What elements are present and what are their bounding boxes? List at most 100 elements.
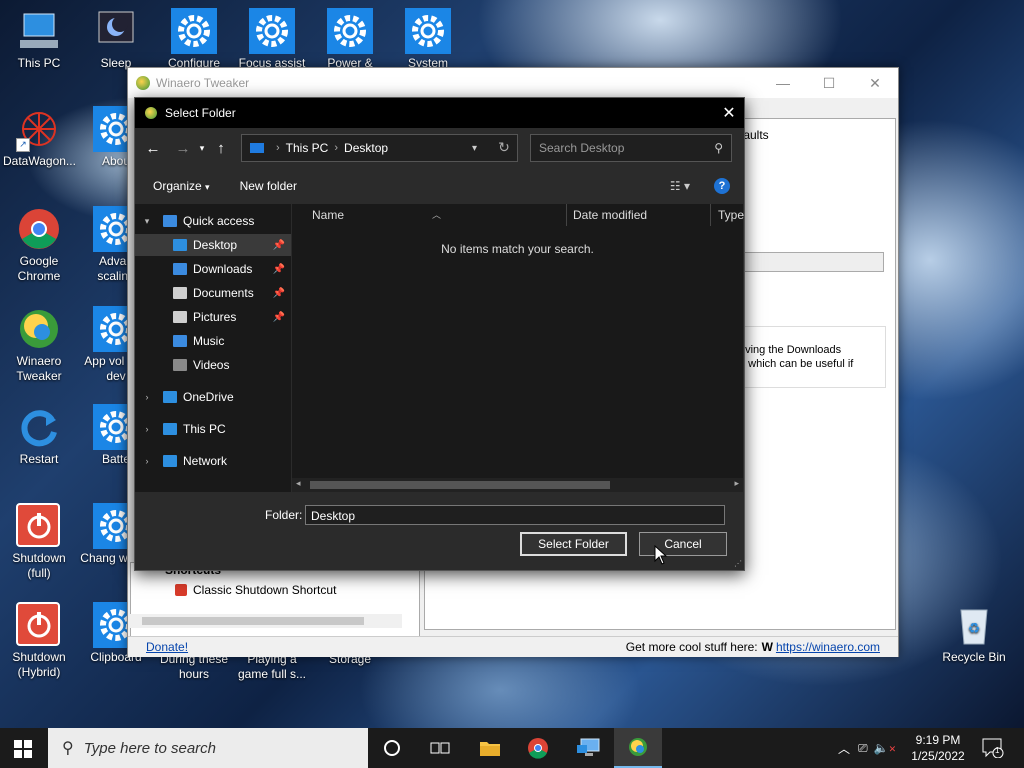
search-box[interactable]: Search Desktop ⚲ (530, 134, 732, 162)
volume-muted-icon[interactable]: 🔈✕ (874, 741, 897, 755)
clock-time: 9:19 PM (915, 733, 961, 747)
desktop-icon-google-chrome[interactable]: Google Chrome (3, 206, 75, 284)
organize-button[interactable]: Organize ▾ (153, 179, 210, 193)
tweaker-tree[interactable]: Shortcuts Classic Shutdown Shortcut (130, 562, 420, 642)
desktop-icon-winaero-tweaker[interactable]: Winaero Tweaker (3, 306, 75, 384)
nav-item-pictures[interactable]: Pictures 📌 (135, 306, 291, 328)
desktop-icon-focus-assist[interactable]: Focus assist (236, 8, 308, 71)
nav-item-videos[interactable]: Videos (135, 354, 291, 376)
nav-item-onedrive[interactable]: › OneDrive (135, 386, 291, 408)
select-folder-dialog[interactable]: Select Folder ✕ ← → ▾ ↑ › This PC › Desk… (134, 97, 745, 571)
nav-item-this-pc[interactable]: › This PC (135, 418, 291, 440)
tree-horizontal-scrollbar[interactable] (130, 614, 402, 628)
expand-chevron-icon[interactable]: › (141, 392, 153, 402)
winaero-w-icon: W (761, 640, 773, 654)
up-arrow-icon[interactable]: ↑ (209, 140, 233, 157)
desktop-icon-power[interactable]: Power & (314, 8, 386, 71)
scroll-left-icon[interactable]: ◂ (296, 478, 301, 489)
desktop-icon-shutdown-full[interactable]: Shutdown (full) (3, 503, 75, 581)
desktop-icon-datawagon[interactable]: ↗ DataWagon... (3, 106, 76, 169)
scroll-right-icon[interactable]: ▸ (734, 478, 739, 489)
documents-icon (173, 287, 187, 299)
task-view-icon[interactable] (416, 728, 464, 768)
breadcrumb-separator-icon: › (276, 142, 280, 154)
this-pc-icon (163, 423, 177, 435)
desktop-icon-shutdown-hybrid[interactable]: Shutdown (Hybrid) (3, 602, 75, 680)
minimize-button[interactable]: — (760, 75, 806, 91)
this-pc-icon (250, 143, 264, 153)
new-folder-button[interactable]: New folder (240, 179, 297, 193)
chrome-icon (16, 206, 62, 252)
help-icon[interactable]: ? (714, 178, 730, 194)
change-view-icon[interactable]: ☷ ▾ (670, 179, 690, 193)
desktop-icon-this-pc[interactable]: This PC (3, 8, 75, 71)
cancel-button[interactable]: Cancel (639, 532, 727, 556)
nav-item-network[interactable]: › Network (135, 450, 291, 472)
datawagon-icon: ↗ (16, 106, 62, 152)
back-arrow-icon[interactable]: ← (141, 140, 165, 157)
select-folder-button[interactable]: Select Folder (520, 532, 627, 556)
network-icon[interactable]: ⎚ (858, 741, 868, 756)
power-icon (175, 584, 187, 596)
forward-arrow-icon[interactable]: → (171, 140, 195, 157)
maximize-button[interactable]: ☐ (806, 75, 852, 92)
tweaker-titlebar[interactable]: Winaero Tweaker — ☐ ✕ (128, 68, 898, 98)
winaero-link[interactable]: https://winaero.com (776, 640, 880, 654)
quick-access-icon (163, 215, 177, 227)
desktop-icon-recycle-bin[interactable]: ♻ Recycle Bin (938, 602, 1010, 665)
desktop-icon-restart[interactable]: Restart (3, 404, 75, 467)
breadcrumb-desktop[interactable]: Desktop (344, 141, 388, 155)
nav-item-quick-access[interactable]: ▾ Quick access (135, 210, 291, 232)
column-name[interactable]: Name (312, 208, 344, 222)
resize-grip-icon[interactable]: ⋰ (734, 559, 742, 568)
show-hidden-icons-chevron[interactable]: ︿ (838, 740, 850, 757)
breadcrumb-this-pc[interactable]: This PC (286, 141, 329, 155)
desktop-icon-configure[interactable]: Configure (158, 8, 230, 71)
recent-locations-chevron-icon[interactable]: ▾ (195, 143, 209, 154)
notification-center-icon[interactable]: 1 (982, 738, 1004, 761)
dialog-titlebar[interactable]: Select Folder ✕ (135, 98, 744, 128)
pin-icon: 📌 (272, 239, 285, 251)
nav-item-desktop[interactable]: Desktop 📌 (135, 234, 291, 256)
tweaker-path-box[interactable] (734, 252, 884, 272)
nav-item-documents[interactable]: Documents 📌 (135, 282, 291, 304)
taskbar-clock[interactable]: 9:19 PM 1/25/2022 (902, 732, 974, 764)
folder-input[interactable]: Desktop (305, 505, 725, 525)
shortcut-arrow-icon: ↗ (16, 138, 30, 152)
desktop-icon-sleep[interactable]: Sleep (80, 8, 152, 71)
chrome-taskbar-icon[interactable] (514, 728, 562, 768)
nav-item-label: Desktop (193, 238, 238, 252)
scrollbar-thumb[interactable] (310, 481, 610, 489)
windows-start-icon[interactable] (14, 740, 32, 761)
remote-desktop-icon[interactable] (564, 728, 612, 768)
file-list-horizontal-scrollbar[interactable]: ◂ ▸ (292, 478, 743, 492)
empty-message: No items match your search. (441, 242, 594, 256)
taskbar-search-box[interactable]: ⚲ Type here to search (48, 728, 368, 768)
tree-item-classic-shutdown-shortcut[interactable]: Classic Shutdown Shortcut (175, 583, 336, 597)
gear-icon (405, 8, 451, 54)
nav-item-downloads[interactable]: Downloads 📌 (135, 258, 291, 280)
winaero-taskbar-icon[interactable] (614, 728, 662, 768)
power-icon (16, 602, 60, 646)
dialog-close-button[interactable]: ✕ (714, 103, 744, 123)
notification-count: 1 (995, 746, 1000, 755)
file-explorer-icon[interactable] (466, 728, 514, 768)
expand-chevron-icon[interactable]: ▾ (141, 216, 153, 227)
system-tray: ︿ ⎚ 🔈✕ (838, 728, 896, 768)
address-bar[interactable]: › This PC › Desktop ▾ (241, 134, 518, 162)
column-type[interactable]: Type (718, 208, 744, 222)
close-button[interactable]: ✕ (852, 75, 898, 92)
refresh-icon[interactable]: ↻ (491, 134, 517, 160)
file-list[interactable]: ︿ Name Date modified Type No items match… (292, 204, 744, 492)
nav-item-music[interactable]: Music (135, 330, 291, 352)
nav-item-label: Network (183, 454, 228, 468)
navigation-pane[interactable]: ▾ Quick access Desktop 📌 Downloads 📌 Documents… (135, 204, 291, 492)
donate-link[interactable]: Donate! (146, 640, 188, 654)
address-dropdown-icon[interactable]: ▾ (472, 143, 477, 154)
taskbar: ⚲ Type here to search ︿ ⎚ 🔈✕ 9:19 PM 1/2… (0, 728, 1024, 768)
cortana-icon[interactable] (368, 728, 416, 768)
column-date-modified[interactable]: Date modified (573, 208, 647, 222)
desktop-icon-system[interactable]: System (392, 8, 464, 71)
expand-chevron-icon[interactable]: › (141, 456, 153, 466)
expand-chevron-icon[interactable]: › (141, 424, 153, 434)
